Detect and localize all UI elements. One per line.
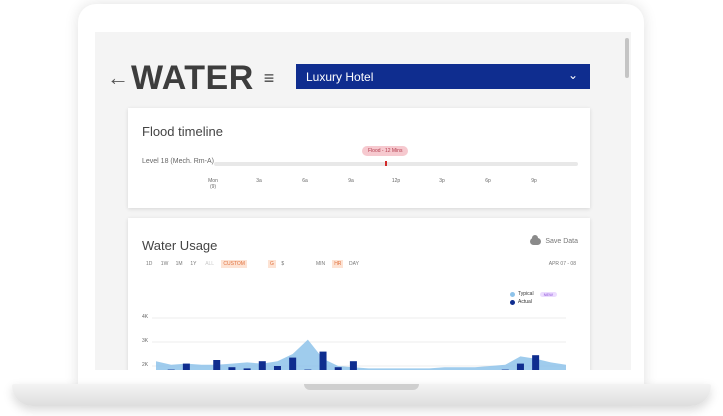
y-tick-label: 3K (142, 338, 149, 344)
flood-timeline-card: Flood timeline Level 18 (Mech. Rm-A) Flo… (128, 108, 590, 208)
water-usage-title: Water Usage (142, 238, 218, 253)
flood-timeline-title: Flood timeline (142, 124, 223, 139)
actual-usage-bar[interactable] (228, 367, 236, 370)
range-button-1m[interactable]: 1M (174, 260, 185, 268)
water-usage-card: Water Usage Save Data 1D 1W 1M 1Y ALL CUSTOM G… (128, 218, 590, 370)
hamburger-menu-icon[interactable]: ≡ (264, 68, 275, 89)
save-data-button[interactable]: Save Data (530, 235, 578, 245)
resolution-button-min[interactable]: MIN (314, 260, 327, 268)
timeline-tick-label: 3a (256, 178, 262, 184)
unit-button-$[interactable]: $ (279, 260, 286, 268)
actual-usage-bar[interactable] (258, 361, 266, 370)
chart-legend: Typical NEW Actual (510, 290, 557, 306)
vertical-scrollbar[interactable] (625, 38, 629, 78)
new-badge: NEW (539, 291, 557, 297)
water-usage-chart (152, 317, 566, 370)
actual-usage-bar[interactable] (273, 366, 281, 370)
timeline-tick-label: 3p (439, 178, 445, 184)
legend-actual-label: Actual (518, 299, 532, 305)
legend-actual-swatch (510, 299, 515, 305)
timeline-tick-label: 9p (531, 178, 537, 184)
legend-typical-label: Typical (518, 291, 534, 297)
legend-typical-swatch (510, 291, 515, 297)
timeline-tick-label: 6a (302, 178, 308, 184)
y-tick-label: 4K (142, 314, 149, 320)
range-button-1w[interactable]: 1W (159, 260, 171, 268)
actual-usage-bar[interactable] (213, 360, 221, 370)
legend-typical[interactable]: Typical NEW (510, 290, 557, 298)
date-range: APR 07 - 08 (548, 261, 576, 267)
save-data-label: Save Data (545, 238, 578, 245)
resolution-button-day[interactable]: DAY (347, 260, 361, 268)
range-button-1d[interactable]: 1D (144, 260, 154, 268)
level-label: Level 18 (Mech. Rm-A) (142, 158, 214, 165)
timeline-tick-label: 6p (485, 178, 491, 184)
range-button-custom[interactable]: CUSTOM (221, 260, 247, 268)
unit-button-g[interactable]: G (268, 260, 276, 268)
timeline-tick-label: 9a (348, 178, 354, 184)
actual-usage-bar[interactable] (349, 361, 357, 370)
actual-usage-bar[interactable] (319, 351, 327, 370)
property-select[interactable]: Luxury Hotel ⌄ (296, 64, 590, 89)
property-select-value: Luxury Hotel (306, 69, 374, 84)
actual-usage-bar[interactable] (243, 368, 251, 370)
actual-usage-bar[interactable] (289, 357, 297, 370)
page-header: ← WATER ≡ (107, 58, 275, 97)
timeline-tick-label: 12p (391, 178, 401, 184)
resolution-button-hr[interactable]: HR (332, 260, 344, 268)
cloud-download-icon (530, 235, 542, 245)
laptop-notch (304, 384, 419, 390)
flood-duration-badge[interactable]: Flood - 12 Mins (362, 146, 409, 156)
y-tick-label: 2K (142, 362, 149, 368)
page-title: WATER (131, 58, 254, 97)
range-button-1y[interactable]: 1Y (188, 260, 198, 268)
actual-usage-bar[interactable] (182, 363, 190, 370)
arrow-left-icon[interactable]: ← (107, 67, 129, 89)
actual-usage-bar[interactable] (334, 367, 342, 370)
actual-usage-bar[interactable] (532, 355, 540, 370)
range-button-all[interactable]: ALL (203, 260, 216, 268)
flood-timeline-track[interactable] (214, 162, 578, 166)
actual-usage-bar[interactable] (516, 363, 524, 370)
flood-marker[interactable] (385, 161, 387, 166)
timeline-tick-label: Mon (9) (208, 178, 218, 190)
chevron-down-icon: ⌄ (567, 68, 578, 82)
app-screen: ← WATER ≡ Luxury Hotel ⌄ Flood timeline … (95, 32, 631, 370)
legend-actual[interactable]: Actual (510, 298, 557, 306)
